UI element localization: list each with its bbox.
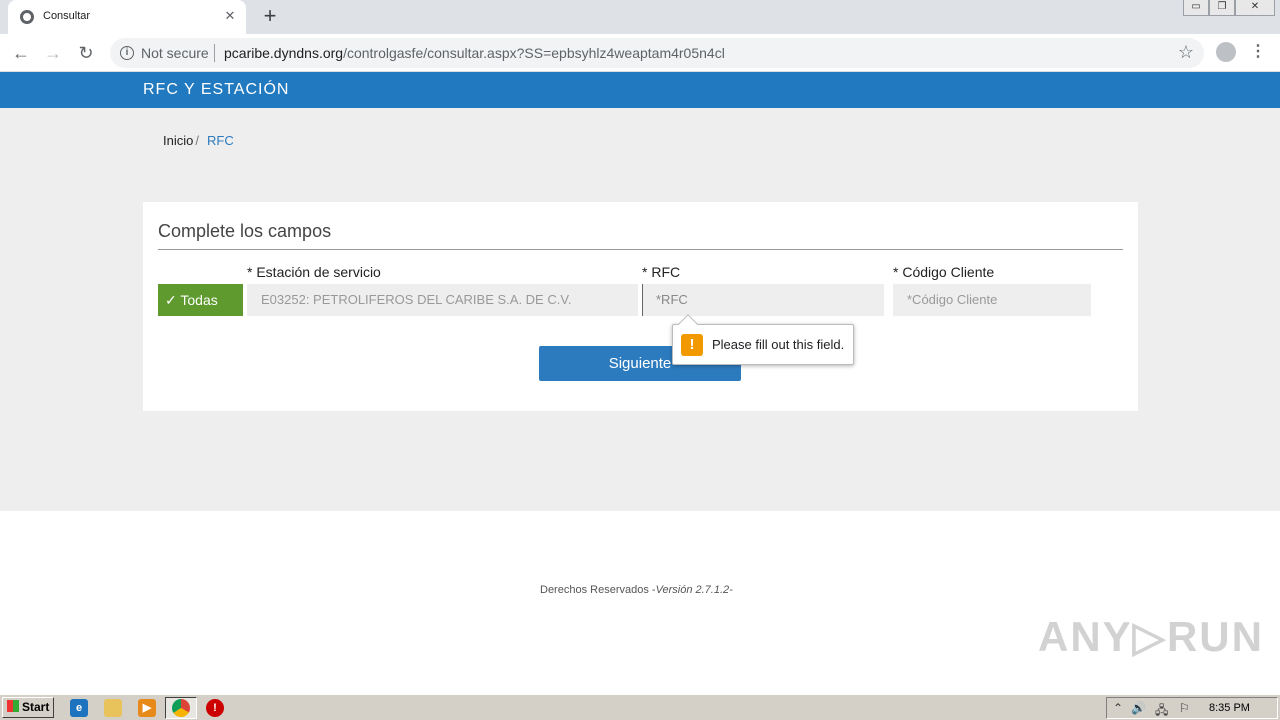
folder-icon[interactable] [104, 699, 122, 717]
back-icon[interactable]: ← [9, 41, 33, 65]
url-path: /controlgasfe/consultar.aspx?SS=epbsyhlz… [343, 45, 725, 61]
forward-icon[interactable]: → [41, 41, 65, 65]
tab-favicon-icon [20, 10, 34, 24]
breadcrumb-separator: / [195, 133, 199, 148]
action-center-flag-icon[interactable]: ⚐ [1179, 701, 1190, 715]
clock[interactable]: 8:35 PM [1209, 702, 1250, 714]
browser-menu-icon[interactable]: ⋮ [1250, 42, 1266, 62]
start-button[interactable]: Start [2, 697, 54, 718]
media-player-icon[interactable]: ▶ [138, 699, 156, 717]
chrome-taskbar-button[interactable] [165, 697, 197, 719]
todas-button[interactable]: ✓ Todas [158, 284, 243, 316]
breadcrumb-current[interactable]: RFC [207, 133, 234, 148]
reload-icon[interactable]: ↻ [74, 41, 98, 65]
footer-trail: - [729, 584, 733, 596]
browser-tab-strip: Consultar ✕ + ▭ ❐ ✕ [0, 0, 1280, 34]
validation-message: Please fill out this field. [712, 337, 845, 352]
taskbar: Start e ▶ ! ⌃ 🔊 🖧 ⚐ 8:35 PM [0, 694, 1280, 720]
minimize-window-icon[interactable]: ▭ [1183, 0, 1209, 16]
address-bar[interactable]: i Not secure pcaribe.dyndns.org/controlg… [110, 38, 1204, 68]
client-code-input[interactable]: *Código Cliente [893, 284, 1091, 316]
page-title: RFC Y ESTACIÓN [143, 81, 290, 98]
address-divider [214, 44, 215, 62]
page-footer: Derechos Reservados -Versión 2.7.1.2- [540, 584, 733, 596]
client-code-label: * Código Cliente [893, 264, 995, 280]
url-text[interactable]: pcaribe.dyndns.org/controlgasfe/consulta… [224, 45, 725, 61]
page-header: RFC Y ESTACIÓN [0, 72, 1280, 108]
security-status[interactable]: Not secure [141, 45, 209, 61]
station-field[interactable]: E03252: PETROLIFEROS DEL CARIBE S.A. DE … [247, 284, 638, 316]
browser-tab[interactable]: Consultar ✕ [8, 0, 246, 34]
new-tab-icon[interactable]: + [258, 4, 282, 28]
windows-flag-icon [7, 700, 19, 712]
profile-avatar-icon[interactable] [1216, 42, 1236, 62]
close-window-icon[interactable]: ✕ [1235, 0, 1275, 16]
browser-toolbar: ← → ↻ i Not secure pcaribe.dyndns.org/co… [0, 34, 1280, 72]
volume-icon[interactable]: 🔊 [1131, 701, 1146, 715]
url-host: pcaribe.dyndns.org [224, 45, 344, 61]
restore-window-icon[interactable]: ❐ [1209, 0, 1235, 16]
chrome-icon [172, 699, 190, 717]
footer-version: Versión 2.7.1.2 [655, 584, 730, 596]
breadcrumb: Inicio / RFC [163, 133, 234, 148]
start-label: Start [22, 700, 50, 714]
form-divider [158, 249, 1123, 250]
system-tray: ⌃ 🔊 🖧 ⚐ 8:35 PM [1106, 697, 1278, 719]
rfc-label: * RFC [642, 264, 681, 280]
opera-icon[interactable]: ! [206, 699, 224, 717]
tray-expand-icon[interactable]: ⌃ [1113, 701, 1123, 715]
ie-icon[interactable]: e [70, 699, 88, 717]
validation-tooltip: ! Please fill out this field. [672, 314, 854, 365]
tab-title: Consultar [43, 10, 91, 22]
form-panel: Complete los campos * Estación de servic… [143, 202, 1138, 411]
site-info-icon[interactable]: i [120, 46, 134, 60]
form-title: Complete los campos [158, 221, 332, 241]
network-icon[interactable]: 🖧 [1155, 701, 1168, 720]
breadcrumb-home[interactable]: Inicio [163, 133, 193, 148]
watermark-logo: ANY▷RUN [1038, 613, 1264, 660]
footer-text: Derechos Reservados - [540, 584, 656, 596]
station-label: * Estación de servicio [247, 264, 381, 280]
bookmark-star-icon[interactable]: ☆ [1178, 42, 1194, 63]
tab-close-icon[interactable]: ✕ [222, 8, 238, 24]
warning-icon: ! [681, 334, 703, 356]
rfc-input[interactable]: *RFC [642, 284, 884, 316]
